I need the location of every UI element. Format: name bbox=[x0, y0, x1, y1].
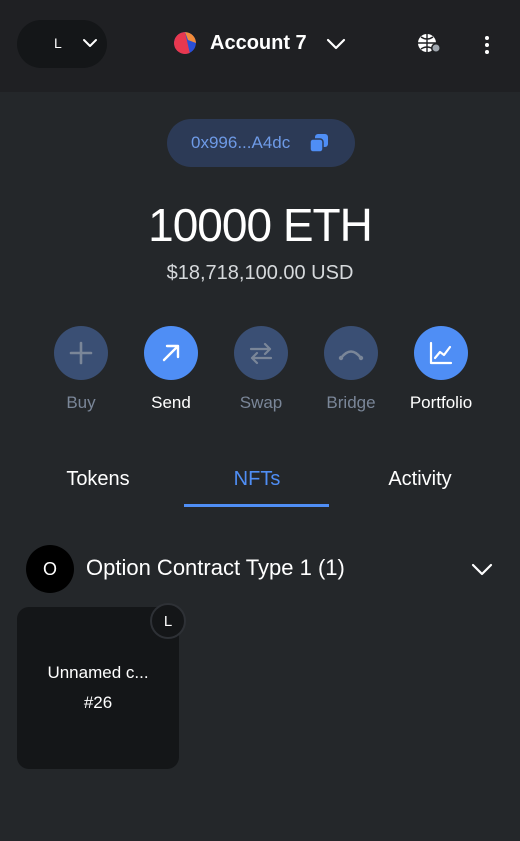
chart-icon bbox=[429, 341, 453, 365]
collection-avatar-letter: O bbox=[42, 558, 57, 579]
tab-tokens[interactable]: Tokens bbox=[18, 468, 178, 491]
address-copy-button[interactable]: 0x996...A4dc bbox=[167, 119, 355, 167]
bridge-button[interactable]: Bridge bbox=[306, 326, 396, 413]
send-label: Send bbox=[151, 393, 191, 412]
send-circle[interactable] bbox=[144, 326, 198, 380]
portfolio-button[interactable]: Portfolio bbox=[396, 326, 486, 413]
nft-badge-letter: L bbox=[163, 612, 173, 630]
bridge-icon bbox=[338, 350, 364, 361]
more-options-icon[interactable] bbox=[477, 33, 497, 57]
asset-tabs: Tokens NFTs Activity bbox=[0, 462, 520, 510]
tab-nfts[interactable]: NFTs bbox=[177, 468, 337, 491]
collection-avatar: O bbox=[26, 545, 74, 593]
swap-label: Swap bbox=[239, 393, 283, 412]
network-avatar: L bbox=[54, 35, 62, 51]
buy-button[interactable]: Buy bbox=[36, 326, 126, 413]
arrow-up-right-icon bbox=[162, 344, 180, 362]
tab-active-indicator bbox=[184, 504, 329, 507]
collection-name: Option Contract Type 1 (1) bbox=[86, 555, 345, 580]
bridge-label: Bridge bbox=[326, 393, 376, 412]
plus-icon bbox=[69, 341, 93, 365]
bridge-circle[interactable] bbox=[324, 326, 378, 380]
swap-button[interactable]: Swap bbox=[216, 326, 306, 413]
nft-network-badge: L bbox=[150, 603, 186, 639]
fiat-balance: $18,718,100.00 USD bbox=[166, 262, 354, 284]
app-header: L Account 7 bbox=[0, 0, 520, 92]
portfolio-circle[interactable] bbox=[414, 326, 468, 380]
crypto-balance: 10000 ETH bbox=[148, 199, 373, 251]
buy-circle[interactable] bbox=[54, 326, 108, 380]
send-button[interactable]: Send bbox=[126, 326, 216, 413]
account-avatar[interactable] bbox=[174, 32, 196, 54]
nft-name: Unnamed c... bbox=[47, 663, 149, 682]
tab-activity[interactable]: Activity bbox=[340, 468, 500, 491]
network-picker[interactable]: L bbox=[17, 20, 107, 68]
copy-icon bbox=[309, 134, 328, 153]
swap-circle[interactable] bbox=[234, 326, 288, 380]
nft-token-id: #26 bbox=[83, 693, 113, 712]
nft-card[interactable]: L Unnamed c... #26 bbox=[17, 603, 186, 769]
account-address: 0x996...A4dc bbox=[191, 133, 291, 152]
chevron-down-icon[interactable] bbox=[470, 561, 494, 577]
connected-sites-icon[interactable] bbox=[416, 32, 442, 56]
chevron-down-icon bbox=[83, 39, 97, 47]
collection-header[interactable]: O Option Contract Type 1 (1) bbox=[26, 545, 496, 593]
account-name[interactable]: Account 7 bbox=[210, 32, 307, 55]
portfolio-label: Portfolio bbox=[409, 393, 473, 412]
chevron-down-icon[interactable] bbox=[325, 36, 347, 52]
buy-label: Buy bbox=[66, 393, 96, 412]
swap-icon bbox=[249, 342, 273, 365]
